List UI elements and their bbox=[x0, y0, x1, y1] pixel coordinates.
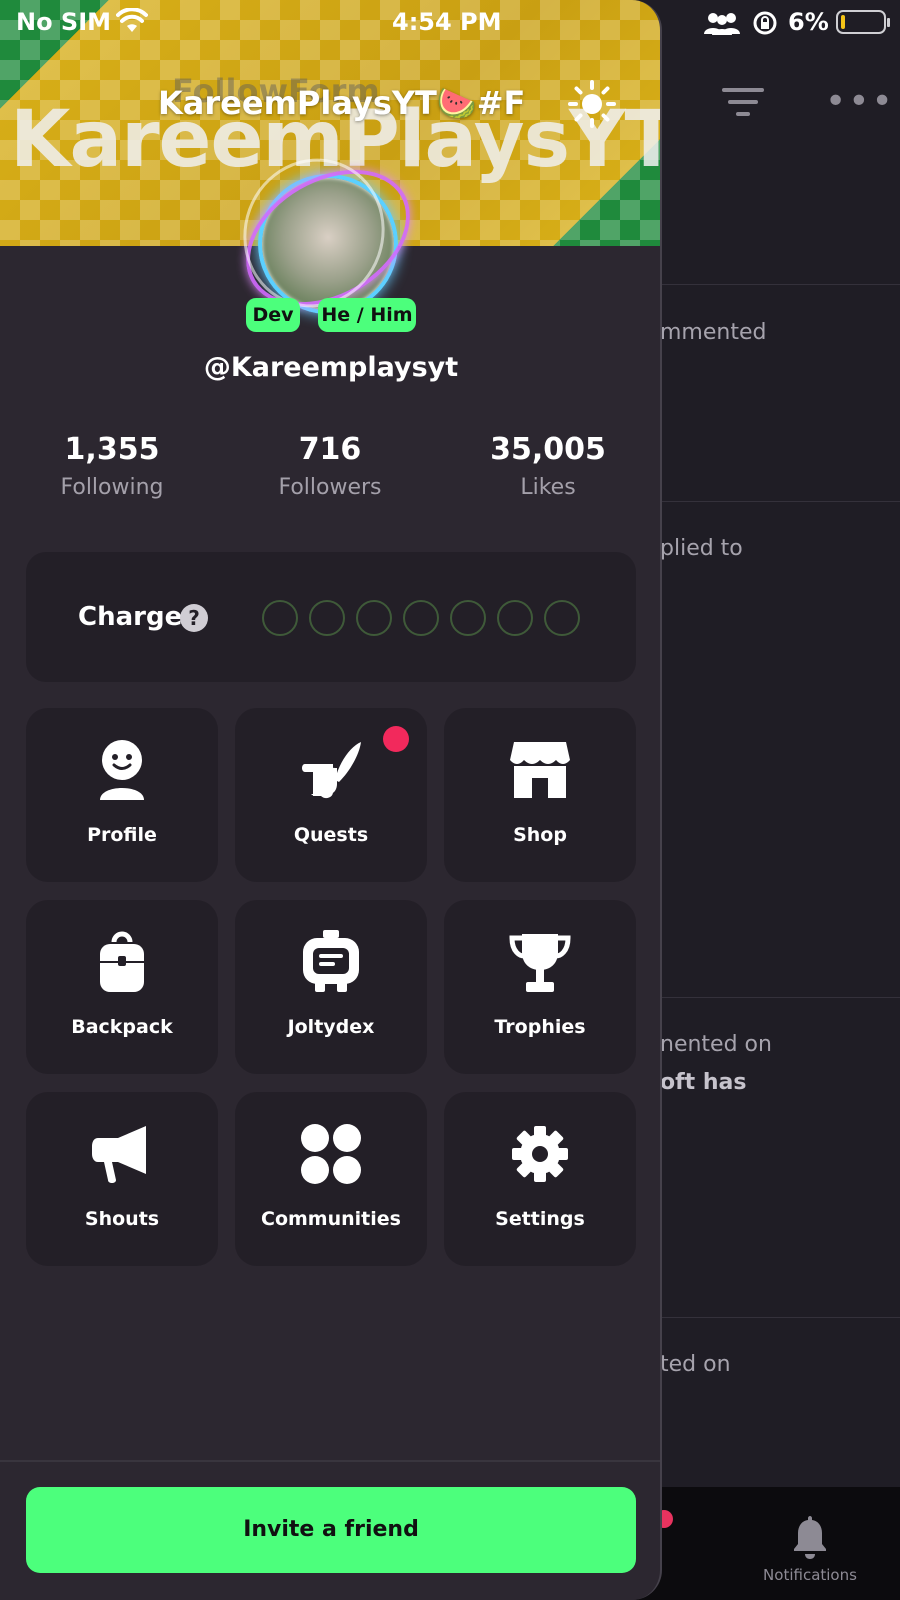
side-drawer: FollowForm KareemPlaysYT KareemPlaysYT🍉#… bbox=[0, 0, 662, 1600]
menu-label: Quests bbox=[293, 824, 369, 846]
charge-slot bbox=[262, 600, 298, 636]
quill-scroll-icon bbox=[302, 742, 361, 799]
megaphone-icon bbox=[92, 1126, 146, 1183]
stat-value: 35,005 bbox=[490, 432, 606, 467]
menu-label: Backpack bbox=[71, 1016, 173, 1038]
tab-notifications[interactable]: Notifications bbox=[730, 1566, 890, 1584]
stat-label: Likes bbox=[520, 475, 576, 500]
wifi-icon bbox=[116, 8, 148, 32]
notification-dot bbox=[383, 726, 409, 752]
list-item-bold-text: oft has bbox=[660, 1070, 747, 1095]
joltydex-icon bbox=[303, 930, 359, 992]
banner-title: KareemPlaysYT🍉#F bbox=[158, 84, 526, 122]
clock: 4:54 PM bbox=[392, 8, 502, 36]
charge-slot bbox=[403, 600, 439, 636]
sun-icon[interactable] bbox=[568, 80, 616, 128]
stat-label: Followers bbox=[278, 475, 382, 500]
username-handle: @Kareemplaysyt bbox=[203, 352, 459, 383]
stat-likes[interactable]: 35,005 Likes bbox=[448, 432, 648, 500]
menu-joltydex[interactable]: Joltydex bbox=[235, 900, 427, 1074]
stat-value: 1,355 bbox=[64, 432, 160, 467]
list-item-text: mmented bbox=[660, 320, 767, 345]
menu-backpack[interactable]: Backpack bbox=[26, 900, 218, 1074]
menu-quests[interactable]: Quests bbox=[235, 708, 427, 882]
more-options-icon[interactable]: ••• bbox=[825, 84, 895, 120]
people-icon bbox=[704, 13, 740, 35]
menu-settings[interactable]: Settings bbox=[444, 1092, 636, 1266]
list-item[interactable]: mmented bbox=[660, 286, 900, 502]
pronouns-badge: He / Him bbox=[318, 298, 416, 332]
menu-label: Trophies bbox=[494, 1016, 586, 1038]
list-item[interactable]: plied to bbox=[660, 502, 900, 998]
help-icon[interactable]: ? bbox=[180, 604, 208, 632]
list-item-text: plied to bbox=[660, 536, 743, 561]
battery-percent: 6% bbox=[788, 8, 829, 36]
profile-icon bbox=[100, 740, 144, 800]
charge-slots bbox=[262, 600, 602, 638]
rotation-lock-icon bbox=[753, 11, 777, 35]
charge-label: Charge bbox=[78, 602, 183, 632]
menu-label: Shouts bbox=[84, 1208, 160, 1230]
menu-label: Settings bbox=[495, 1208, 585, 1230]
bell-icon[interactable] bbox=[792, 1514, 828, 1560]
carrier-label: No SIM bbox=[16, 8, 112, 36]
menu-communities[interactable]: Communities bbox=[235, 1092, 427, 1266]
menu-profile[interactable]: Profile bbox=[26, 708, 218, 882]
menu-trophies[interactable]: Trophies bbox=[444, 900, 636, 1074]
gear-icon bbox=[512, 1126, 568, 1182]
stat-value: 716 bbox=[298, 432, 362, 467]
filter-icon[interactable] bbox=[722, 88, 764, 122]
charge-slot bbox=[309, 600, 345, 636]
trophy-icon bbox=[509, 934, 571, 992]
menu-label: Communities bbox=[261, 1208, 401, 1230]
divider bbox=[0, 1460, 660, 1462]
charge-slot bbox=[497, 600, 533, 636]
menu-shop[interactable]: Shop bbox=[444, 708, 636, 882]
stat-followers[interactable]: 716 Followers bbox=[230, 432, 430, 500]
list-item[interactable]: ted on bbox=[660, 1318, 900, 1488]
status-bar: No SIM 4:54 PM 6% bbox=[0, 0, 900, 44]
list-item-text: ted on bbox=[660, 1352, 731, 1377]
battery-icon bbox=[836, 10, 890, 34]
charge-meter: Charge ? bbox=[26, 552, 636, 682]
menu-label: Shop bbox=[513, 824, 567, 846]
list-item[interactable]: nented on oft has bbox=[660, 998, 900, 1318]
storefront-icon bbox=[510, 742, 570, 798]
menu-label: Profile bbox=[87, 824, 157, 846]
menu-label: Joltydex bbox=[287, 1016, 375, 1038]
charge-slot bbox=[544, 600, 580, 636]
list-item-text: nented on bbox=[660, 1032, 772, 1057]
profile-stats: 1,355 Following 716 Followers 35,005 Lik… bbox=[0, 432, 660, 512]
menu-shouts[interactable]: Shouts bbox=[26, 1092, 218, 1266]
stat-following[interactable]: 1,355 Following bbox=[12, 432, 212, 500]
dev-badge: Dev bbox=[246, 298, 300, 332]
stat-label: Following bbox=[60, 475, 164, 500]
charge-slot bbox=[450, 600, 486, 636]
invite-friend-button[interactable]: Invite a friend bbox=[26, 1487, 636, 1573]
charge-slot bbox=[356, 600, 392, 636]
backpack-icon bbox=[100, 931, 144, 992]
communities-icon bbox=[301, 1124, 361, 1184]
